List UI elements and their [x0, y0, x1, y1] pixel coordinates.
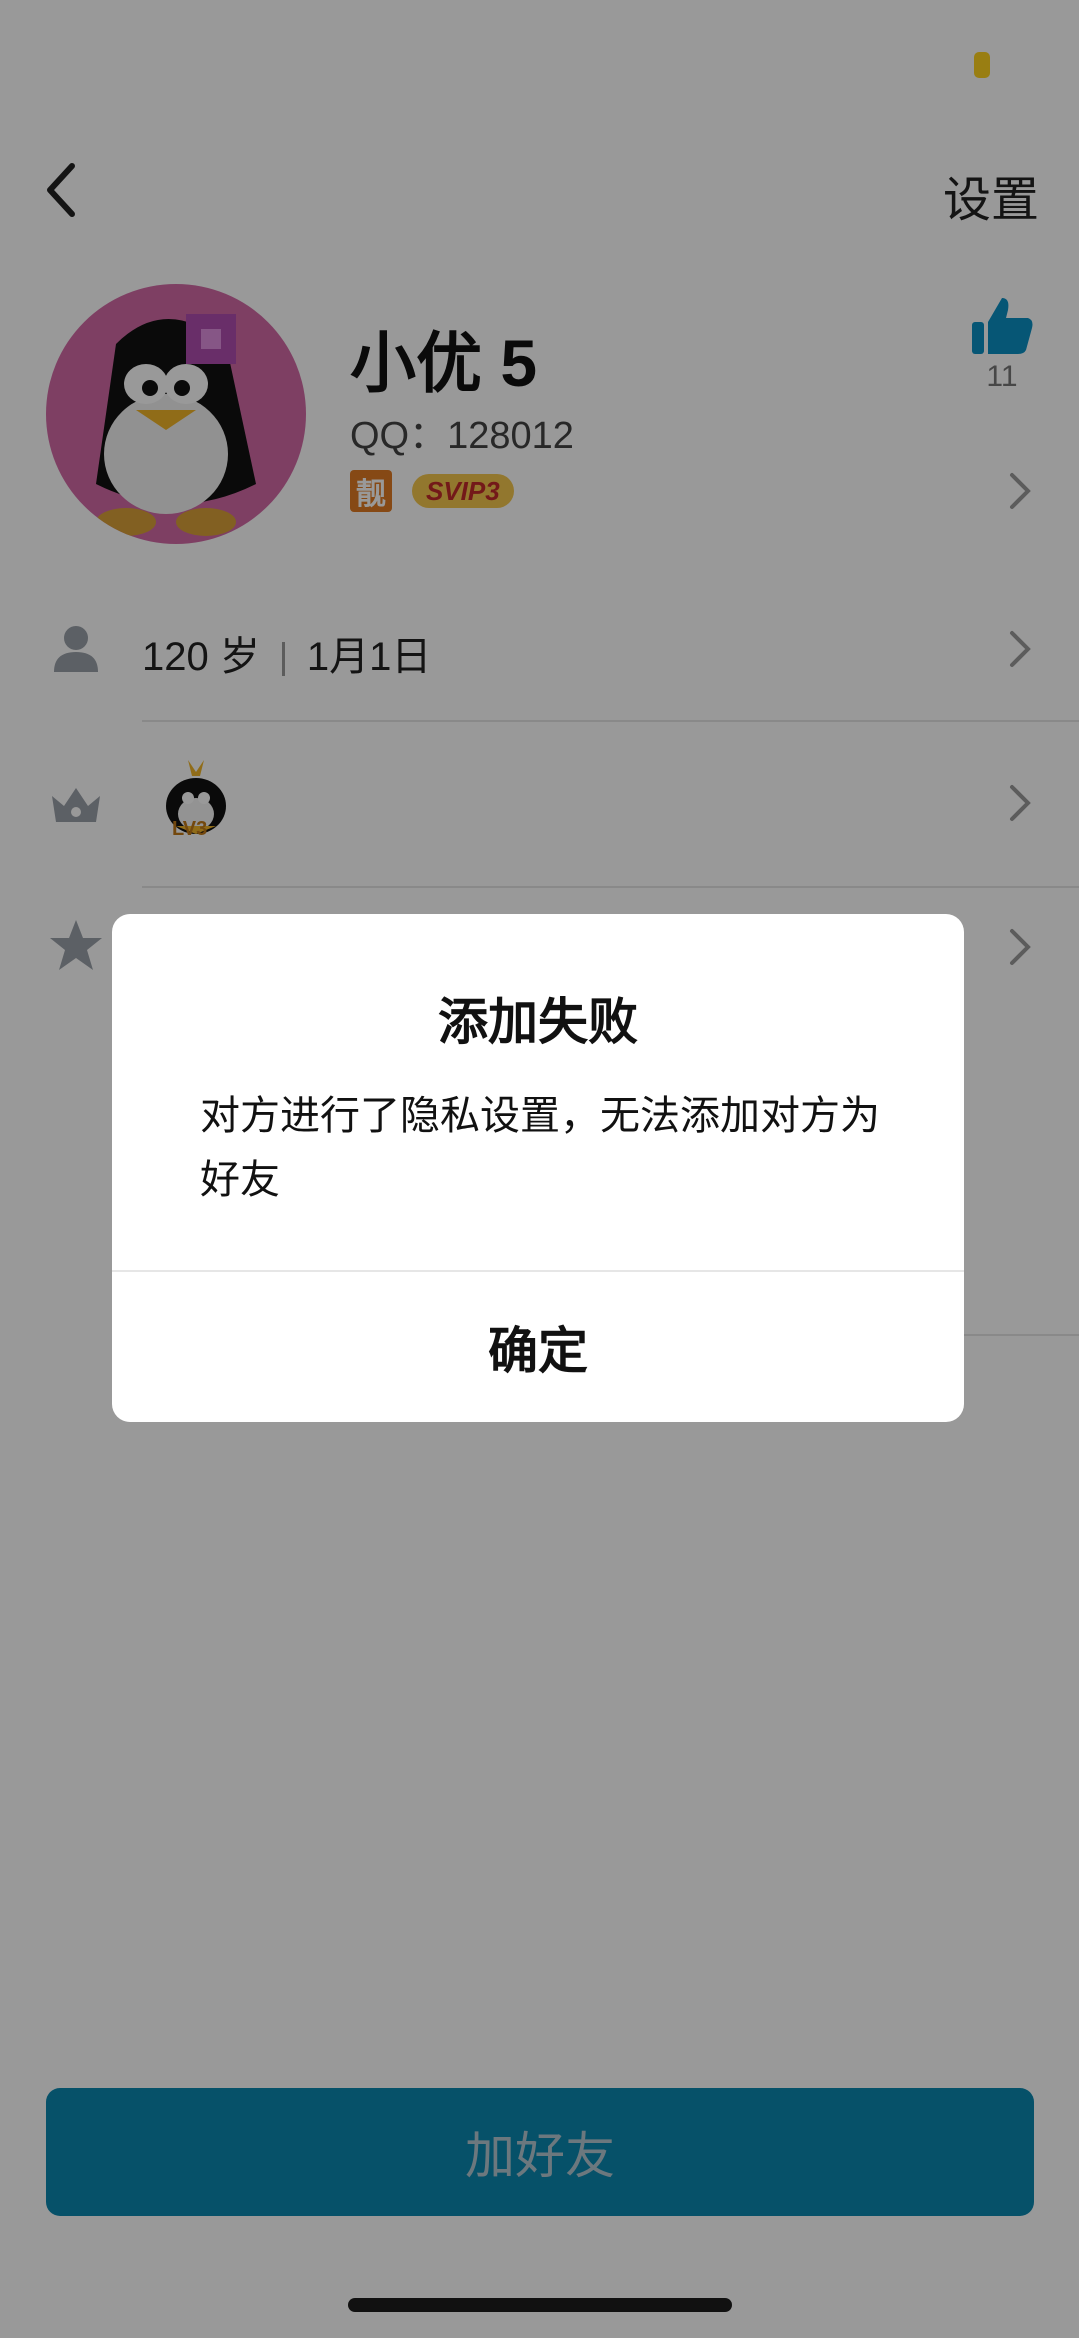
confirm-button[interactable]: 确定 — [112, 1272, 964, 1422]
home-indicator[interactable] — [348, 2298, 732, 2312]
add-failed-dialog: 添加失败 对方进行了隐私设置，无法添加对方为好友 确定 — [112, 914, 964, 1422]
dialog-title: 添加失败 — [438, 994, 638, 1050]
dialog-message: 对方进行了隐私设置，无法添加对方为好友 — [200, 1094, 880, 1202]
